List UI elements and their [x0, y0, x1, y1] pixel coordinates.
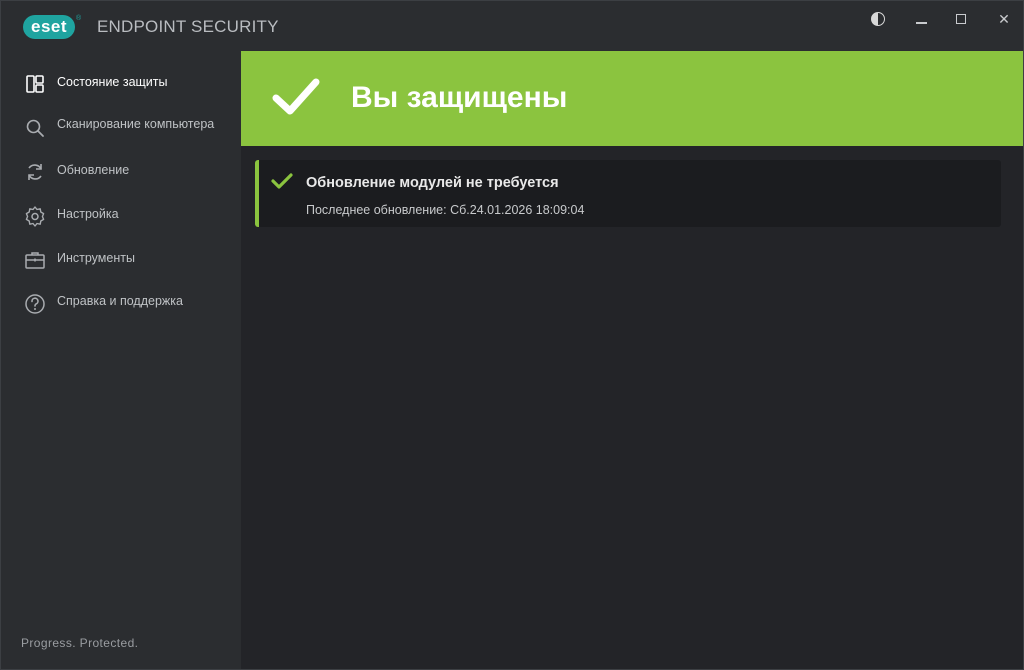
logo-badge: eset	[23, 15, 76, 39]
refresh-icon	[24, 161, 46, 183]
title-bar: eset ® ENDPOINT SECURITY ✕	[1, 1, 1023, 51]
sidebar-footer-tagline: Progress. Protected.	[21, 636, 139, 650]
toolbox-icon	[24, 249, 46, 271]
minimize-icon	[915, 22, 927, 24]
close-icon: ✕	[998, 10, 1010, 27]
sidebar-item-label: Справка и поддержка	[57, 294, 183, 308]
search-icon	[24, 117, 46, 139]
page-title: Вы защищены	[351, 81, 568, 114]
status-card-title: Обновление модулей не требуется	[306, 175, 559, 191]
app-window: eset ® ENDPOINT SECURITY ✕ Состояние защ…	[0, 0, 1024, 670]
checkmark-icon	[272, 78, 320, 115]
sidebar-item-label: Инструменты	[57, 251, 135, 265]
main-content: Вы защищены Обновление модулей не требуе…	[241, 51, 1023, 669]
gear-icon	[24, 205, 46, 227]
maximize-button[interactable]	[941, 7, 981, 31]
update-status-card[interactable]: Обновление модулей не требуется Последне…	[255, 160, 1001, 227]
checkmark-icon	[271, 173, 293, 189]
last-update-timestamp: Последнее обновление: Сб.24.01.2026 18:0…	[306, 203, 585, 217]
close-button[interactable]: ✕	[984, 7, 1024, 31]
minimize-button[interactable]	[901, 7, 941, 31]
sidebar-item-label: Сканирование компьютера	[57, 117, 215, 131]
logo-registered-mark: ®	[76, 15, 82, 22]
sidebar-item-label: Состояние защиты	[57, 75, 168, 89]
help-icon	[24, 293, 46, 315]
product-name: ENDPOINT SECURITY	[97, 17, 279, 36]
sidebar: Состояние защиты Сканирование компьютера	[1, 51, 240, 669]
protection-status-banner: Вы защищены	[241, 51, 1023, 146]
eset-logo: eset ®	[23, 15, 81, 39]
contrast-icon	[871, 12, 885, 26]
sidebar-item-label: Обновление	[57, 163, 130, 177]
maximize-icon	[956, 14, 966, 24]
sidebar-item-label: Настройка	[57, 207, 119, 221]
dashboard-icon	[24, 73, 46, 95]
theme-toggle-button[interactable]	[858, 7, 898, 31]
